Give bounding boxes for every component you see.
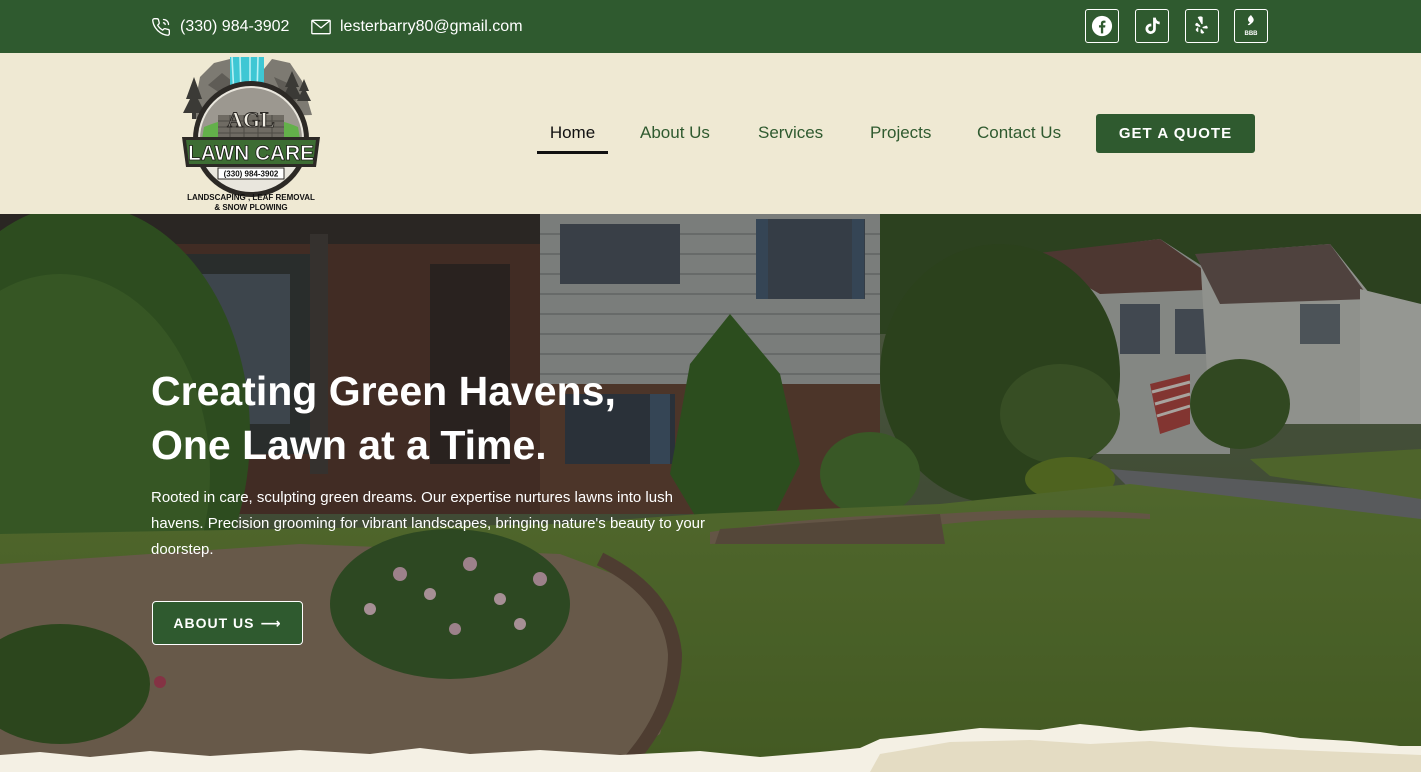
bbb-link[interactable]: BBB (1234, 9, 1268, 43)
nav-about-us[interactable]: About Us (640, 113, 710, 153)
hero-title-line-2: One Lawn at a Time. (151, 422, 547, 468)
bbb-label: BBB (1245, 31, 1259, 37)
nav-home[interactable]: Home (537, 113, 608, 154)
email-address: lesterbarry80@gmail.com (340, 17, 523, 35)
facebook-icon (1091, 15, 1113, 37)
yelp-icon (1195, 16, 1208, 34)
logo-lawn-care-text: LAWN CARE (188, 142, 314, 165)
logo-tagline-1: LANDSCAPING , LEAF REMOVAL (187, 193, 315, 202)
arrow-right-icon: ⟶ (260, 614, 282, 631)
hero-description: Rooted in care, sculpting green dreams. … (151, 489, 706, 558)
about-us-button[interactable]: ABOUT US ⟶ (152, 601, 303, 645)
tiktok-link[interactable] (1135, 9, 1169, 43)
nav-projects[interactable]: Projects (870, 113, 931, 153)
hero-title: Creating Green Havens, One Lawn at a Tim… (151, 364, 771, 472)
logo-agl-text: AGL (227, 107, 275, 132)
site-header: AGL LAWN CARE (330) 984-3902 LANDSCAPING… (0, 53, 1421, 214)
get-a-quote-button[interactable]: GET A QUOTE (1096, 114, 1255, 153)
nav-contact-us[interactable]: Contact Us (977, 113, 1061, 153)
phone-number: (330) 984-3902 (180, 17, 290, 35)
about-us-button-label: ABOUT US (173, 615, 255, 631)
bbb-icon: BBB (1245, 15, 1259, 37)
phone-link[interactable]: (330) 984-3902 (151, 0, 289, 53)
hero-title-line-1: Creating Green Havens, (151, 368, 616, 414)
nav-services[interactable]: Services (758, 113, 823, 153)
hero-section: Creating Green Havens, One Lawn at a Tim… (0, 214, 1421, 772)
yelp-link[interactable] (1185, 9, 1219, 43)
logo-tagline-2: & SNOW PLOWING (214, 203, 287, 212)
facebook-link[interactable] (1085, 9, 1119, 43)
envelope-icon (311, 19, 331, 34)
tiktok-icon (1145, 17, 1160, 34)
phone-icon (152, 17, 171, 36)
top-bar: (330) 984-3902 lesterbarry80@gmail.com B… (0, 0, 1421, 53)
email-link[interactable]: lesterbarry80@gmail.com (311, 0, 523, 53)
logo-phone-text: (330) 984-3902 (224, 170, 279, 179)
site-logo[interactable]: AGL LAWN CARE (330) 984-3902 LANDSCAPING… (178, 55, 324, 213)
